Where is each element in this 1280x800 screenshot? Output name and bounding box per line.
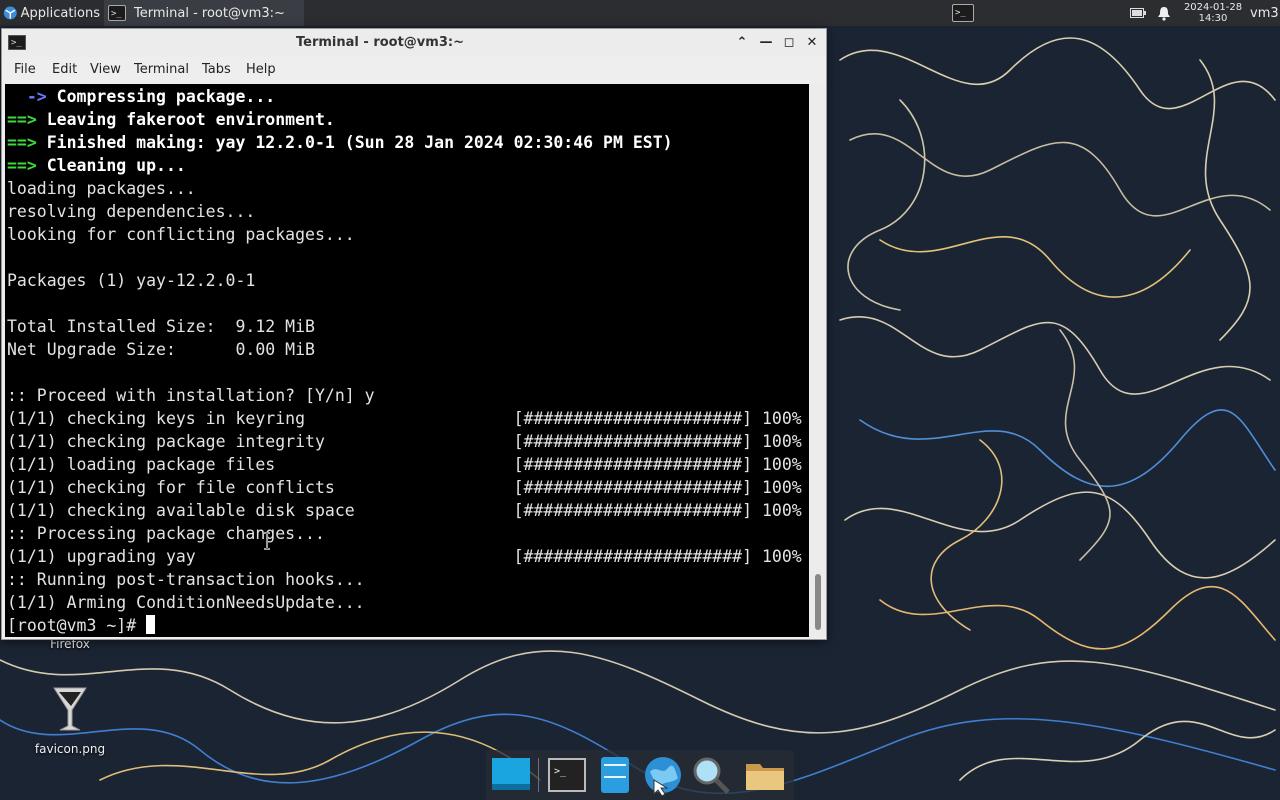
- scrollbar-thumb[interactable]: [815, 574, 821, 630]
- show-desktop-icon[interactable]: [490, 754, 532, 796]
- taskbar-terminal-button[interactable]: >_ Terminal - root@vm3:~: [104, 0, 304, 26]
- shell-prompt: [root@vm3 ~]#: [7, 616, 147, 635]
- app-finder-icon[interactable]: [690, 754, 732, 796]
- minimize-button[interactable]: —: [756, 33, 776, 53]
- tray-terminal-launcher[interactable]: >_: [950, 0, 976, 26]
- mouse-ibeam-cursor-icon: [264, 532, 270, 550]
- applications-menu[interactable]: Applications: [0, 0, 100, 26]
- arrow: ==>: [7, 156, 37, 175]
- maximize-button[interactable]: ◻: [779, 33, 799, 53]
- window-title: Terminal - root@vm3:~: [296, 35, 464, 50]
- desktop-icon-favicon-label[interactable]: favicon.png: [20, 742, 120, 756]
- output-block: loading packages... resolving dependenci…: [7, 179, 802, 612]
- taskbar-terminal-title: Terminal - root@vm3:~: [134, 5, 285, 21]
- output-line: Cleaning up...: [36, 156, 186, 175]
- menu-help[interactable]: Help: [246, 57, 276, 83]
- dock-separator: [538, 758, 539, 792]
- terminal-icon[interactable]: >_: [546, 754, 588, 796]
- user-menu[interactable]: vm3: [1250, 0, 1280, 26]
- terminal-output[interactable]: -> Compressing package... ==> Leaving fa…: [5, 84, 809, 637]
- close-button[interactable]: ✕: [802, 33, 822, 53]
- text-cursor: [146, 615, 156, 634]
- applications-label: Applications: [20, 5, 100, 21]
- menu-terminal[interactable]: Terminal: [134, 57, 189, 83]
- menu-tabs[interactable]: Tabs: [202, 57, 231, 83]
- favicon-image-icon[interactable]: [50, 684, 90, 734]
- output-line: Finished making: yay 12.2.0-1 (Sun 28 Ja…: [36, 133, 673, 152]
- folder-icon[interactable]: [744, 754, 786, 796]
- xfce-logo-icon: [3, 6, 17, 20]
- arrow: ->: [7, 87, 47, 106]
- menu-file[interactable]: File: [14, 57, 36, 83]
- terminal-icon: >_: [108, 5, 126, 21]
- arrow: ==>: [7, 133, 37, 152]
- web-browser-icon[interactable]: [642, 754, 684, 796]
- window-titlebar[interactable]: >_ Terminal - root@vm3:~ ⌃ — ◻ ✕: [2, 29, 826, 57]
- menu-view[interactable]: View: [90, 57, 121, 83]
- clock[interactable]: 2024-01-28 14:30: [1180, 0, 1246, 26]
- clock-time: 14:30: [1198, 13, 1228, 24]
- terminal-window: >_ Terminal - root@vm3:~ ⌃ — ◻ ✕ File Ed…: [1, 28, 827, 640]
- output-line: Compressing package...: [46, 87, 276, 106]
- top-panel: Applications >_ Terminal - root@vm3:~ >_…: [0, 0, 1280, 26]
- clock-date: 2024-01-28: [1183, 2, 1243, 13]
- arrow: ==>: [7, 110, 37, 129]
- menubar: File Edit View Terminal Tabs Help: [2, 57, 826, 83]
- battery-icon[interactable]: [1128, 0, 1148, 26]
- rollup-button[interactable]: ⌃: [732, 33, 752, 53]
- menu-edit[interactable]: Edit: [52, 57, 77, 83]
- terminal-icon: >_: [952, 4, 974, 22]
- notifications-bell-icon[interactable]: [1154, 0, 1174, 26]
- output-line: Leaving fakeroot environment.: [36, 110, 335, 129]
- svg-text:>_: >_: [554, 766, 567, 777]
- dock: >_: [486, 750, 794, 800]
- file-manager-icon[interactable]: [594, 754, 636, 796]
- scrollbar[interactable]: [810, 84, 826, 637]
